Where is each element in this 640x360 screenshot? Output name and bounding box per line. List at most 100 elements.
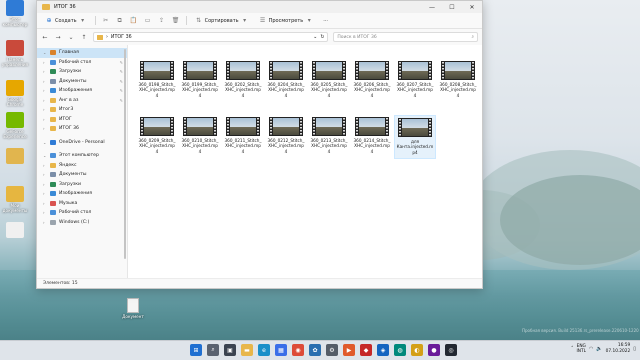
chevron-icon[interactable]: › bbox=[43, 172, 47, 177]
chrome-app[interactable]: ◉ bbox=[292, 344, 304, 356]
file-item[interactable]: для Канта.injected.m p4 bbox=[394, 115, 436, 159]
sidebar-item[interactable]: › ИТОГ bbox=[37, 115, 127, 125]
desktop-icon[interactable] bbox=[0, 222, 30, 239]
file-item[interactable]: 360_0198_Stitch_ XHC_injected.mp 4 bbox=[136, 59, 178, 103]
address-field[interactable]: › ИТОГ 36 ⌄ ↻ bbox=[92, 32, 329, 42]
chevron-icon[interactable]: › bbox=[43, 79, 47, 84]
explorer-app[interactable]: ▬ bbox=[241, 344, 253, 356]
sidebar-item[interactable]: › Музыка bbox=[37, 199, 127, 209]
sidebar-item[interactable]: ⌄ OneDrive - Personal bbox=[37, 138, 127, 148]
desktop-document[interactable]: Документ bbox=[118, 298, 148, 319]
chevron-icon[interactable]: › bbox=[43, 69, 47, 74]
sidebar-item[interactable]: › ИТОГ 36 bbox=[37, 124, 127, 134]
rename-icon[interactable]: ▭ bbox=[144, 17, 152, 25]
wifi-icon[interactable]: ◠ bbox=[589, 346, 593, 352]
sidebar-item[interactable]: › Загрузки bbox=[37, 180, 127, 190]
file-item[interactable]: 360_0213_Stitch_ XHC_injected.mp 4 bbox=[308, 115, 350, 159]
delete-icon[interactable]: 🗑 bbox=[172, 17, 180, 25]
chevron-icon[interactable]: ⌄ bbox=[43, 50, 47, 55]
photos-app[interactable]: ✿ bbox=[309, 344, 321, 356]
chevron-icon[interactable]: ⌄ bbox=[43, 153, 47, 158]
explorer-window[interactable]: ИТОГ 36 — ☐ ✕ ⊕ Создать ▾ ✂ ⧉ 📋 ▭ ⇪ 🗑 ⇅ … bbox=[36, 0, 483, 289]
speaker-icon[interactable]: 🔈 bbox=[596, 346, 602, 352]
file-item[interactable]: 360_0209_Stitch_ XHC_injected.mp 4 bbox=[136, 115, 178, 159]
file-item[interactable]: 360_0212_Stitch_ XHC_injected.mp 4 bbox=[265, 115, 307, 159]
desktop-icon[interactable]: Панель управления bbox=[0, 40, 30, 67]
paste-icon[interactable]: 📋 bbox=[130, 17, 138, 25]
file-item[interactable]: 360_0207_Stitch_ XHC_injected.mp 4 bbox=[394, 59, 436, 103]
forward-arrow-icon[interactable]: → bbox=[54, 34, 62, 41]
file-item[interactable]: 360_0210_Stitch_ XHC_injected.mp 4 bbox=[179, 115, 221, 159]
file-item[interactable]: 360_0214_Stitch_ XHC_injected.mp 4 bbox=[351, 115, 393, 159]
chevron-icon[interactable]: › bbox=[43, 191, 47, 196]
back-arrow-icon[interactable]: ← bbox=[41, 34, 49, 41]
sidebar-item[interactable]: › Рабочий стол bbox=[37, 208, 127, 218]
task-view-button[interactable]: ▣ bbox=[224, 344, 236, 356]
copy-icon[interactable]: ⧉ bbox=[116, 17, 124, 25]
sidebar-item[interactable]: › Итог3 bbox=[37, 105, 127, 115]
close-button[interactable]: ✕ bbox=[462, 1, 482, 13]
chevron-icon[interactable]: › bbox=[43, 210, 47, 215]
sidebar-item[interactable]: › Документы bbox=[37, 170, 127, 180]
chevron-icon[interactable]: › bbox=[43, 126, 47, 131]
desktop-icon[interactable] bbox=[0, 148, 30, 165]
file-item[interactable]: 360_0205_Stitch_ XHC_injected.mp 4 bbox=[308, 59, 350, 103]
sidebar-item[interactable]: › Рабочий стол ✎ bbox=[37, 58, 127, 68]
media-app[interactable]: ▶ bbox=[343, 344, 355, 356]
start-button[interactable]: ⊞ bbox=[190, 344, 202, 356]
sidebar-item[interactable]: ⌄ Главная bbox=[37, 48, 127, 58]
share-icon[interactable]: ⇪ bbox=[158, 17, 166, 25]
chevron-icon[interactable]: › bbox=[43, 88, 47, 93]
desktop-icon[interactable]: Google Chrome bbox=[0, 80, 30, 107]
edge-app[interactable]: e bbox=[258, 344, 270, 356]
title-bar[interactable]: ИТОГ 36 — ☐ ✕ bbox=[37, 1, 482, 13]
notification-icon[interactable]: ▯ bbox=[633, 346, 636, 352]
create-button[interactable]: ⊕ Создать ▾ bbox=[43, 15, 89, 26]
maximize-button[interactable]: ☐ bbox=[442, 1, 462, 13]
recent-chevron-icon[interactable]: ⌄ bbox=[67, 34, 75, 41]
app-red[interactable]: ◆ bbox=[360, 344, 372, 356]
up-arrow-icon[interactable]: ↑ bbox=[80, 34, 88, 41]
language-indicator[interactable]: ENG INTL bbox=[577, 344, 587, 354]
store-app[interactable]: ▦ bbox=[275, 344, 287, 356]
settings-app[interactable]: ⚙ bbox=[326, 344, 338, 356]
chevron-down-icon[interactable]: ⌄ bbox=[313, 35, 317, 40]
app-dark[interactable]: ◎ bbox=[445, 344, 457, 356]
sort-button[interactable]: ⇅ Сортировать ▾ bbox=[193, 15, 251, 26]
desktop-icon[interactable]: Этот компьютер bbox=[0, 0, 30, 27]
desktop-icon[interactable]: Мои документы bbox=[0, 186, 30, 213]
app-teal[interactable]: ◍ bbox=[394, 344, 406, 356]
chevron-icon[interactable]: › bbox=[43, 201, 47, 206]
sidebar-item[interactable]: › Яндекс bbox=[37, 161, 127, 171]
scrollbar[interactable] bbox=[124, 49, 126, 259]
search-input[interactable]: Поиск в ИТОГ 36 ⌕ bbox=[333, 32, 479, 42]
chevron-icon[interactable]: › bbox=[43, 107, 47, 112]
chevron-icon[interactable]: › bbox=[43, 182, 47, 187]
sidebar-item[interactable]: › Изображения bbox=[37, 189, 127, 199]
chevron-icon[interactable]: ⌄ bbox=[43, 140, 47, 145]
cut-icon[interactable]: ✂ bbox=[102, 17, 110, 25]
chevron-icon[interactable]: › bbox=[43, 98, 47, 103]
sidebar-item[interactable]: › Загрузки ✎ bbox=[37, 67, 127, 77]
sidebar-item[interactable]: ⌄ Этот компьютер bbox=[37, 151, 127, 161]
sidebar-item[interactable]: › Анг в аз ✎ bbox=[37, 96, 127, 106]
minimize-button[interactable]: — bbox=[422, 1, 442, 13]
file-item[interactable]: 360_0211_Stitch_ XHC_injected.mp 4 bbox=[222, 115, 264, 159]
app-purple[interactable]: ● bbox=[428, 344, 440, 356]
file-item[interactable]: 360_0202_Stitch_ XHC_injected.mp 4 bbox=[222, 59, 264, 103]
chevron-icon[interactable]: › bbox=[43, 220, 47, 225]
refresh-icon[interactable]: ↻ bbox=[320, 35, 324, 40]
desktop-icon[interactable]: GeForce Experience bbox=[0, 112, 30, 139]
more-button[interactable]: ··· bbox=[321, 15, 330, 26]
view-button[interactable]: ☰ Просмотреть ▾ bbox=[257, 15, 316, 26]
sidebar-item[interactable]: › Windows (C:) bbox=[37, 218, 127, 228]
chevron-icon[interactable]: › bbox=[43, 60, 47, 65]
search-button[interactable]: ⌕ bbox=[207, 344, 219, 356]
chevron-icon[interactable]: › bbox=[43, 117, 47, 122]
file-item[interactable]: 360_0199_Stitch_ XHC_injected.mp 4 bbox=[179, 59, 221, 103]
sidebar-item[interactable]: › Документы ✎ bbox=[37, 77, 127, 87]
file-item[interactable]: 360_0208_Stitch_ XHC_injected.mp 4 bbox=[437, 59, 479, 103]
sidebar-item[interactable]: › Изображения ✎ bbox=[37, 86, 127, 96]
file-item[interactable]: 360_0206_Stitch_ XHC_injected.mp 4 bbox=[351, 59, 393, 103]
chevron-up-icon[interactable]: ˄ bbox=[571, 346, 574, 352]
